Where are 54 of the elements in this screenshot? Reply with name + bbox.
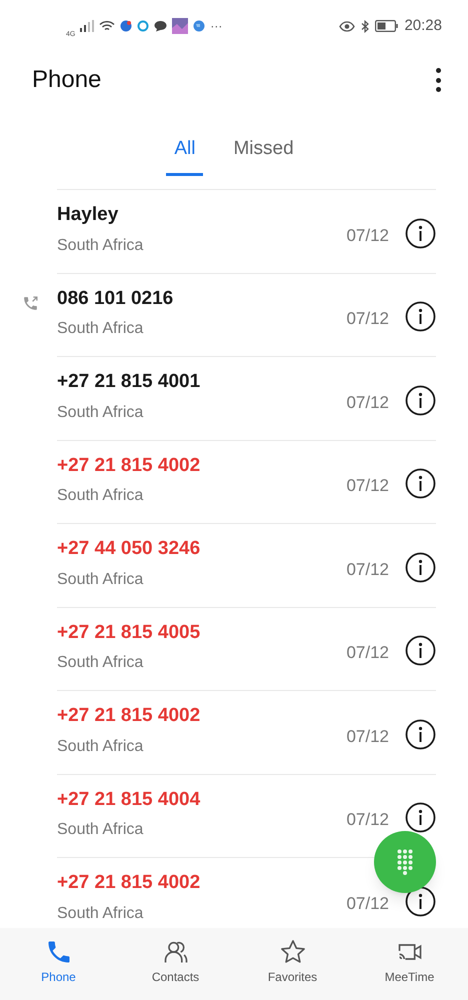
- call-date: 07/12: [346, 558, 389, 580]
- wifi-icon: [99, 20, 116, 32]
- caller-location: South Africa: [57, 904, 144, 924]
- caller-name: +27 21 815 4002: [57, 871, 202, 895]
- info-icon[interactable]: [405, 802, 436, 834]
- call-date: 07/12: [346, 224, 389, 246]
- info-icon[interactable]: [405, 552, 436, 583]
- page-title: Phone: [32, 65, 102, 95]
- call-date: 07/12: [346, 892, 389, 914]
- nav-tab[interactable]: Phone: [0, 938, 117, 986]
- info-icon[interactable]: [405, 384, 436, 416]
- more-notifications: ···: [210, 20, 222, 32]
- call-date: 07/12: [346, 392, 389, 414]
- tab[interactable]: Missed: [225, 132, 302, 176]
- info-icon[interactable]: [405, 718, 436, 750]
- caller-name: Hayley: [57, 203, 120, 227]
- ring-icon: [137, 20, 150, 32]
- call-date: 07/12: [346, 809, 389, 831]
- caller-name: +27 21 815 4005: [57, 620, 202, 644]
- caller-location: South Africa: [57, 486, 144, 506]
- nav-tab[interactable]: MeeTime: [351, 938, 468, 986]
- bluetooth-icon: [361, 20, 370, 32]
- caller-name: 086 101 0216: [57, 286, 174, 310]
- caller-name: +27 44 050 3246: [57, 537, 202, 561]
- info-icon[interactable]: [405, 635, 436, 666]
- caller-name: +27 21 815 4004: [57, 788, 202, 812]
- call-date: 07/12: [346, 475, 389, 497]
- signal-icon: [80, 20, 94, 32]
- call-date: 07/12: [346, 726, 389, 748]
- caller-location: South Africa: [57, 236, 144, 256]
- caller-location: South Africa: [57, 736, 144, 756]
- info-icon[interactable]: [405, 468, 436, 500]
- call-date: 07/12: [346, 642, 389, 664]
- caller-name: +27 21 815 4002: [57, 704, 202, 728]
- clock-time: 20:28: [404, 16, 442, 36]
- caller-name: +27 21 815 4002: [57, 454, 202, 478]
- nav-tab[interactable]: Contacts: [117, 938, 234, 986]
- nav-tab[interactable]: Favorites: [234, 938, 351, 986]
- call-date: 07/12: [346, 308, 389, 330]
- chat-bubble-icon: [154, 20, 168, 32]
- caller-location: South Africa: [57, 820, 144, 840]
- caller-location: South Africa: [57, 402, 144, 422]
- info-icon[interactable]: [405, 886, 436, 917]
- dialpad-icon: [397, 849, 413, 875]
- battery-icon: [375, 20, 398, 32]
- info-icon[interactable]: [405, 218, 436, 249]
- tab[interactable]: All: [166, 132, 204, 176]
- caller-location: South Africa: [57, 570, 144, 590]
- more-options-icon[interactable]: [434, 67, 442, 93]
- caller-name: +27 21 815 4001: [57, 370, 202, 394]
- caller-location: South Africa: [57, 319, 144, 339]
- caller-location: South Africa: [57, 653, 144, 673]
- eye-icon: [339, 20, 356, 32]
- info-icon[interactable]: [405, 301, 436, 332]
